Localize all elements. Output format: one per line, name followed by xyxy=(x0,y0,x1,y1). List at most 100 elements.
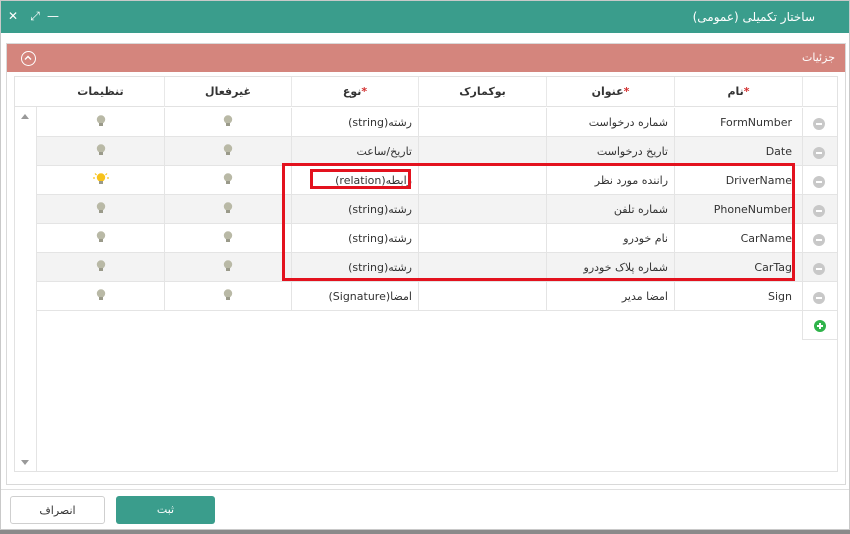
lightbulb-icon[interactable] xyxy=(219,231,237,245)
minimize-icon[interactable]: — xyxy=(45,8,61,24)
cell-settings[interactable] xyxy=(37,253,164,282)
lightbulb-icon[interactable] xyxy=(219,289,237,303)
cell-inactive[interactable] xyxy=(164,282,291,311)
cell-row-actions xyxy=(802,137,837,166)
cell-title[interactable]: تاریخ درخواست xyxy=(546,137,674,166)
remove-row-icon[interactable] xyxy=(813,292,825,304)
table-row[interactable]: امضا(Signature) امضا مدیر Sign xyxy=(15,282,837,311)
cell-title[interactable]: شماره پلاک خودرو xyxy=(546,253,674,282)
cell-type[interactable]: رابطه(relation) xyxy=(291,166,418,195)
cell-type[interactable]: رشته(string) xyxy=(291,253,418,282)
table-row[interactable]: رشته(string) شماره تلفن PhoneNumber xyxy=(15,195,837,224)
cell-name[interactable]: FormNumber xyxy=(674,108,802,137)
cell-type[interactable]: رشته(string) xyxy=(291,195,418,224)
cell-inactive[interactable] xyxy=(164,166,291,195)
cell-inactive[interactable] xyxy=(164,253,291,282)
cell-title[interactable]: شماره تلفن xyxy=(546,195,674,224)
lightbulb-icon[interactable] xyxy=(92,144,110,158)
cell-settings[interactable] xyxy=(37,137,164,166)
cell-settings[interactable] xyxy=(37,282,164,311)
col-header-title[interactable]: *عنوان xyxy=(546,77,674,107)
table-row[interactable]: رشته(string) شماره درخواست FormNumber xyxy=(15,108,837,137)
add-row-cell xyxy=(802,311,837,340)
maximize-icon[interactable]: ⤢ xyxy=(27,8,43,24)
cell-type[interactable]: رشته(string) xyxy=(291,108,418,137)
table-row[interactable]: رشته(string) نام خودرو CarName xyxy=(15,224,837,253)
taskbar-strip xyxy=(0,530,850,534)
cell-type[interactable]: رشته(string) xyxy=(291,224,418,253)
table-row[interactable]: رشته(string) شماره پلاک خودرو CarTag xyxy=(15,253,837,282)
cell-inactive[interactable] xyxy=(164,224,291,253)
col-header-actions xyxy=(802,77,837,107)
scroll-down-icon[interactable] xyxy=(21,460,29,465)
cell-title[interactable]: شماره درخواست xyxy=(546,108,674,137)
cell-settings[interactable] xyxy=(37,108,164,137)
cell-title[interactable]: نام خودرو xyxy=(546,224,674,253)
submit-button[interactable]: ثبت xyxy=(116,496,215,524)
details-panel: جزئیات تنظیمات غیرفعال *نوع بوکمارک *عنو… xyxy=(6,43,846,485)
title-bar: ساختار تکمیلی (عمومی) ✕ ⤢ — xyxy=(1,1,849,33)
lightbulb-icon[interactable] xyxy=(92,289,110,303)
cell-name[interactable]: Date xyxy=(674,137,802,166)
lightbulb-icon[interactable] xyxy=(92,202,110,216)
fields-grid: تنظیمات غیرفعال *نوع بوکمارک *عنوان *نام… xyxy=(14,76,838,472)
cell-inactive[interactable] xyxy=(164,137,291,166)
lightbulb-icon[interactable] xyxy=(219,144,237,158)
cell-name[interactable]: CarName xyxy=(674,224,802,253)
col-header-inactive[interactable]: غیرفعال xyxy=(164,77,291,107)
table-row[interactable]: رابطه(relation) راننده مورد نظر DriverName xyxy=(15,166,837,195)
cell-settings[interactable] xyxy=(37,224,164,253)
scroll-up-icon[interactable] xyxy=(21,114,29,119)
details-section-label: جزئیات xyxy=(802,51,835,64)
add-row-icon[interactable] xyxy=(814,320,826,332)
collapse-icon[interactable] xyxy=(21,51,36,66)
col-header-name[interactable]: *نام xyxy=(674,77,802,107)
cell-name[interactable]: PhoneNumber xyxy=(674,195,802,224)
window-title: ساختار تکمیلی (عمومی) xyxy=(692,10,815,24)
lightbulb-icon[interactable] xyxy=(219,115,237,129)
cell-type[interactable]: امضا(Signature) xyxy=(291,282,418,311)
remove-row-icon[interactable] xyxy=(813,205,825,217)
cell-bookmark[interactable] xyxy=(418,224,546,253)
remove-row-icon[interactable] xyxy=(813,234,825,246)
col-header-settings[interactable]: تنظیمات xyxy=(37,77,164,107)
cell-bookmark[interactable] xyxy=(418,253,546,282)
cell-type[interactable]: تاریخ/ساعت xyxy=(291,137,418,166)
cell-name[interactable]: CarTag xyxy=(674,253,802,282)
remove-row-icon[interactable] xyxy=(813,263,825,275)
table-row[interactable]: تاریخ/ساعت تاریخ درخواست Date xyxy=(15,137,837,166)
cell-row-actions xyxy=(802,224,837,253)
cell-row-actions xyxy=(802,195,837,224)
vertical-scrollbar[interactable] xyxy=(15,107,37,471)
cell-title[interactable]: امضا مدیر xyxy=(546,282,674,311)
cell-settings[interactable] xyxy=(37,195,164,224)
lightbulb-icon[interactable] xyxy=(219,260,237,274)
grid-header: تنظیمات غیرفعال *نوع بوکمارک *عنوان *نام xyxy=(15,77,837,107)
cell-bookmark[interactable] xyxy=(418,137,546,166)
cell-settings[interactable] xyxy=(37,166,164,195)
cell-name[interactable]: DriverName xyxy=(674,166,802,195)
cell-row-actions xyxy=(802,253,837,282)
cell-bookmark[interactable] xyxy=(418,166,546,195)
cell-bookmark[interactable] xyxy=(418,282,546,311)
cell-row-actions xyxy=(802,166,837,195)
lightbulb-icon[interactable] xyxy=(92,173,110,187)
lightbulb-icon[interactable] xyxy=(219,202,237,216)
cancel-button[interactable]: انصراف xyxy=(10,496,105,524)
col-header-bookmark[interactable]: بوکمارک xyxy=(418,77,546,107)
cell-bookmark[interactable] xyxy=(418,108,546,137)
remove-row-icon[interactable] xyxy=(813,176,825,188)
lightbulb-icon[interactable] xyxy=(92,115,110,129)
remove-row-icon[interactable] xyxy=(813,118,825,130)
lightbulb-icon[interactable] xyxy=(92,231,110,245)
cell-inactive[interactable] xyxy=(164,195,291,224)
cell-title[interactable]: راننده مورد نظر xyxy=(546,166,674,195)
cell-name[interactable]: Sign xyxy=(674,282,802,311)
col-header-type[interactable]: *نوع xyxy=(291,77,418,107)
lightbulb-icon[interactable] xyxy=(92,260,110,274)
cell-inactive[interactable] xyxy=(164,108,291,137)
lightbulb-icon[interactable] xyxy=(219,173,237,187)
remove-row-icon[interactable] xyxy=(813,147,825,159)
close-icon[interactable]: ✕ xyxy=(5,8,21,24)
cell-bookmark[interactable] xyxy=(418,195,546,224)
